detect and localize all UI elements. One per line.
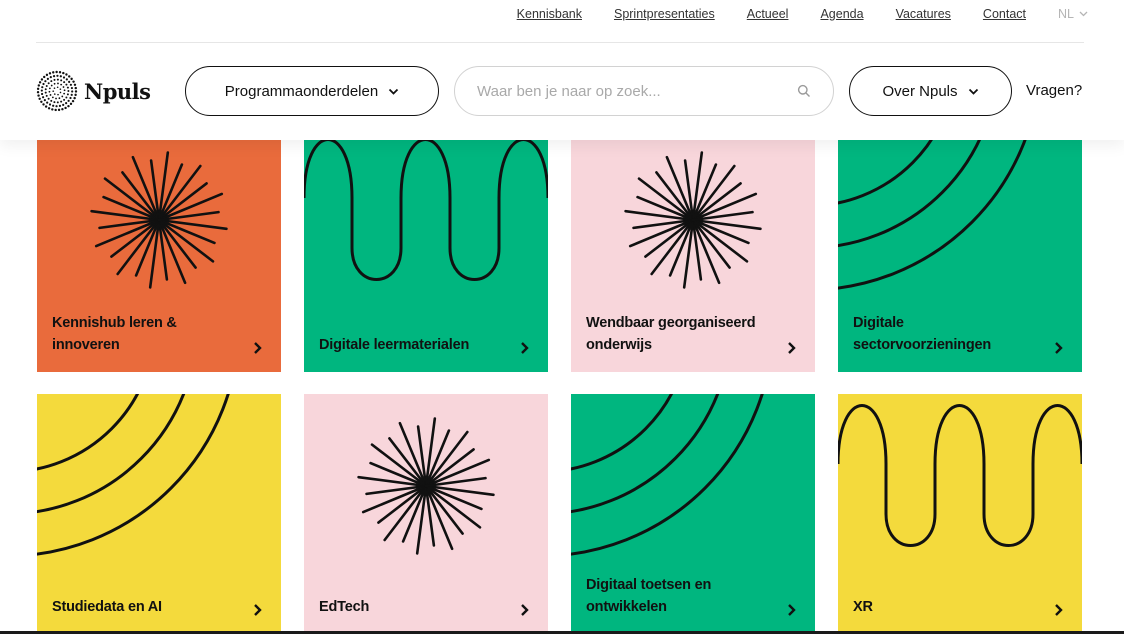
- nav-link-vacatures[interactable]: Vacatures: [896, 7, 951, 21]
- search-box: [454, 66, 834, 116]
- header-divider: [36, 42, 1084, 43]
- brand-name: Npuls: [84, 78, 151, 104]
- tile-wendbaar-onderwijs[interactable]: Wendbaar georganiseerd onderwijs: [571, 128, 815, 372]
- tile-label: Studiedata en AI: [52, 599, 162, 615]
- tile-label: XR: [853, 599, 873, 615]
- nav-link-actueel[interactable]: Actueel: [747, 7, 789, 21]
- language-label: NL: [1058, 7, 1074, 21]
- tile-sectorvoorzieningen[interactable]: Digitale sectorvoorzieningen: [838, 128, 1082, 372]
- nav-link-agenda[interactable]: Agenda: [820, 7, 863, 21]
- vragen-link[interactable]: Vragen?: [1026, 82, 1082, 99]
- programs-label: Programmaonderdelen: [224, 82, 379, 100]
- tile-studiedata-ai[interactable]: Studiedata en AI: [37, 394, 281, 634]
- tile-label: Digitale sectorvoorzieningen: [853, 315, 992, 353]
- tile-kennishub[interactable]: Kennishub leren & innoveren: [37, 128, 281, 372]
- tile-label: Digitale leermaterialen: [319, 337, 470, 353]
- npuls-logo[interactable]: Npuls: [36, 70, 151, 112]
- tile-digitale-leermaterialen[interactable]: Digitale leermaterialen: [304, 128, 548, 372]
- language-selector[interactable]: NL: [1058, 7, 1088, 21]
- programs-dropdown-button[interactable]: Programmaonderdelen: [185, 66, 439, 116]
- chevron-right-icon: [788, 604, 796, 616]
- nav-link-contact[interactable]: Contact: [983, 7, 1026, 21]
- search-input[interactable]: [477, 82, 777, 100]
- tile-digitaal-toetsen[interactable]: Digitaal toetsen en ontwikkelen: [571, 394, 815, 634]
- nav-link-kennisbank[interactable]: Kennisbank: [517, 7, 582, 21]
- chevron-down-icon: [1079, 11, 1088, 17]
- tile-label: Kennishub leren & innoveren: [52, 315, 177, 353]
- nav-link-sprintpresentaties[interactable]: Sprintpresentaties: [614, 7, 715, 21]
- chevron-right-icon: [521, 342, 529, 354]
- utility-nav: Kennisbank Sprintpresentaties Actueel Ag…: [485, 7, 1088, 21]
- tile-label: EdTech: [319, 599, 370, 615]
- chevron-right-icon: [521, 604, 529, 616]
- chevron-right-icon: [1055, 604, 1063, 616]
- chevron-right-icon: [788, 342, 796, 354]
- chevron-down-icon: [389, 88, 399, 95]
- chevron-right-icon: [254, 342, 262, 354]
- dotted-sphere-logo-icon: [36, 70, 78, 112]
- over-npuls-label: Over Npuls: [882, 82, 958, 100]
- chevron-right-icon: [1055, 342, 1063, 354]
- search-icon[interactable]: [797, 84, 811, 98]
- tile-xr[interactable]: XR: [838, 394, 1082, 634]
- over-npuls-dropdown-button[interactable]: Over Npuls: [849, 66, 1012, 116]
- site-header: Kennisbank Sprintpresentaties Actueel Ag…: [0, 0, 1124, 140]
- tile-edtech[interactable]: EdTech: [304, 394, 548, 634]
- chevron-right-icon: [254, 604, 262, 616]
- tile-label: Wendbaar georganiseerd onderwijs: [586, 315, 756, 353]
- chevron-down-icon: [968, 88, 978, 95]
- tile-label: Digitaal toetsen en ontwikkelen: [586, 577, 712, 615]
